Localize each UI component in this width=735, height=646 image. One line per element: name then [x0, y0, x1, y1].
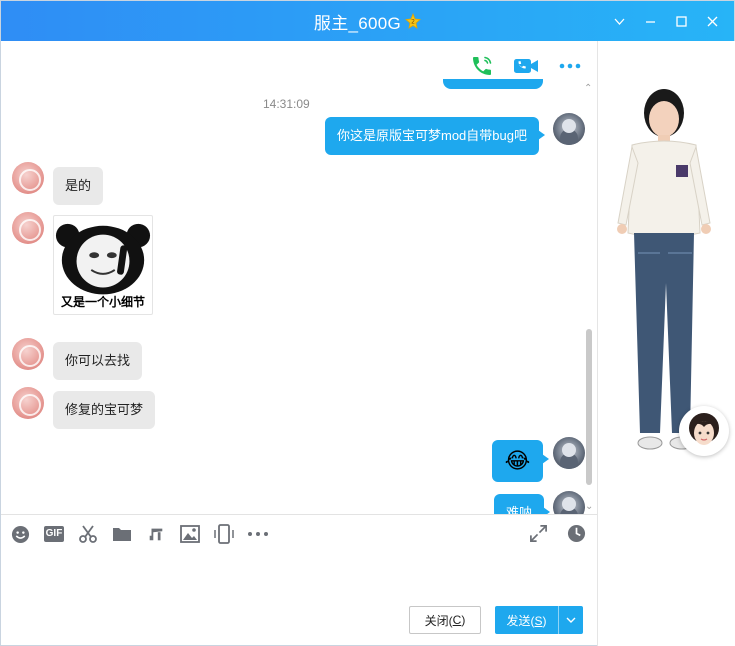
- more-icon[interactable]: [247, 523, 269, 545]
- input-toolbar: GIF: [9, 520, 269, 548]
- previous-message-bubble: [443, 79, 543, 89]
- more-icon[interactable]: [557, 53, 583, 79]
- contact-show-panel: [597, 41, 735, 646]
- message-bubble-sent-emoji[interactable]: 😂: [492, 440, 549, 482]
- message-bubble-received[interactable]: 你可以去找: [53, 342, 143, 380]
- level-badge-icon: 2: [405, 12, 422, 29]
- phone-call-icon[interactable]: [469, 53, 495, 79]
- close-button-suffix: ): [461, 613, 466, 627]
- input-divider: [1, 514, 597, 515]
- send-button[interactable]: 发送(S): [495, 606, 583, 634]
- scroll-up-marker: ⌃: [584, 83, 593, 94]
- send-button-label: 发送(: [506, 613, 535, 628]
- scroll-down-marker: ⌄: [585, 501, 594, 512]
- avatar[interactable]: [12, 212, 44, 244]
- message-timestamp: 14:31:09: [263, 97, 310, 111]
- chevron-down-icon: [566, 617, 576, 623]
- image-icon[interactable]: [179, 523, 201, 545]
- music-icon[interactable]: [145, 523, 167, 545]
- call-actions: [469, 53, 583, 79]
- send-button-suffix: ): [542, 613, 547, 628]
- message-bubble-received[interactable]: 是的: [53, 167, 104, 205]
- video-call-icon[interactable]: [513, 53, 539, 79]
- shake-icon[interactable]: [213, 523, 235, 545]
- folder-icon[interactable]: [111, 523, 133, 545]
- minimize-icon[interactable]: [635, 1, 666, 41]
- laughing-emoji-icon: 😂: [504, 448, 531, 473]
- svg-text:2: 2: [411, 19, 415, 26]
- message-bubble-sent[interactable]: 你这是原版宝可梦mod自带bug吧: [325, 117, 545, 155]
- maximize-icon[interactable]: [666, 1, 697, 41]
- floating-contact-avatar[interactable]: [679, 406, 729, 456]
- expand-icon[interactable]: [527, 522, 549, 544]
- close-button[interactable]: 关闭(C): [409, 606, 481, 634]
- avatar[interactable]: [12, 162, 44, 194]
- chat-window: 服主_600G 2 ⌃ 14:31:09 你这是原版宝可梦mod自带bug吧 是…: [0, 0, 735, 646]
- close-button-label: 关闭(: [424, 613, 453, 628]
- gif-icon[interactable]: GIF: [43, 523, 65, 545]
- window-title: 服主_600G: [313, 13, 402, 33]
- avatar[interactable]: [12, 387, 44, 419]
- message-bubble-sent[interactable]: 难呐: [494, 494, 551, 514]
- window-controls: [604, 1, 728, 41]
- scissors-icon[interactable]: [77, 523, 99, 545]
- title-bar[interactable]: 服主_600G 2: [1, 1, 734, 41]
- message-list[interactable]: ⌃ 14:31:09 你这是原版宝可梦mod自带bug吧 是的 又是一个小细节: [1, 41, 597, 514]
- send-button-label-group[interactable]: 发送(S): [495, 612, 558, 629]
- close-icon[interactable]: [697, 1, 728, 41]
- emoji-icon[interactable]: [9, 523, 31, 545]
- send-options-dropdown[interactable]: [559, 617, 583, 623]
- girl-avatar-icon: [685, 412, 723, 450]
- chevron-down-icon[interactable]: [604, 1, 635, 41]
- input-toolbar-right: [527, 522, 587, 544]
- avatar[interactable]: [553, 437, 585, 469]
- scrollbar-thumb[interactable]: [586, 329, 592, 485]
- send-button-shortcut: S: [534, 613, 543, 628]
- avatar[interactable]: [12, 338, 44, 370]
- avatar[interactable]: [553, 113, 585, 145]
- close-button-shortcut: C: [452, 613, 462, 627]
- sticker-caption: 又是一个小细节: [60, 295, 145, 309]
- avatar[interactable]: [553, 491, 585, 514]
- message-bubble-received[interactable]: 修复的宝可梦: [53, 391, 156, 429]
- history-clock-icon[interactable]: [565, 522, 587, 544]
- message-input[interactable]: [1, 549, 597, 601]
- sticker-image[interactable]: 又是一个小细节: [53, 215, 153, 315]
- gif-label: GIF: [43, 526, 65, 542]
